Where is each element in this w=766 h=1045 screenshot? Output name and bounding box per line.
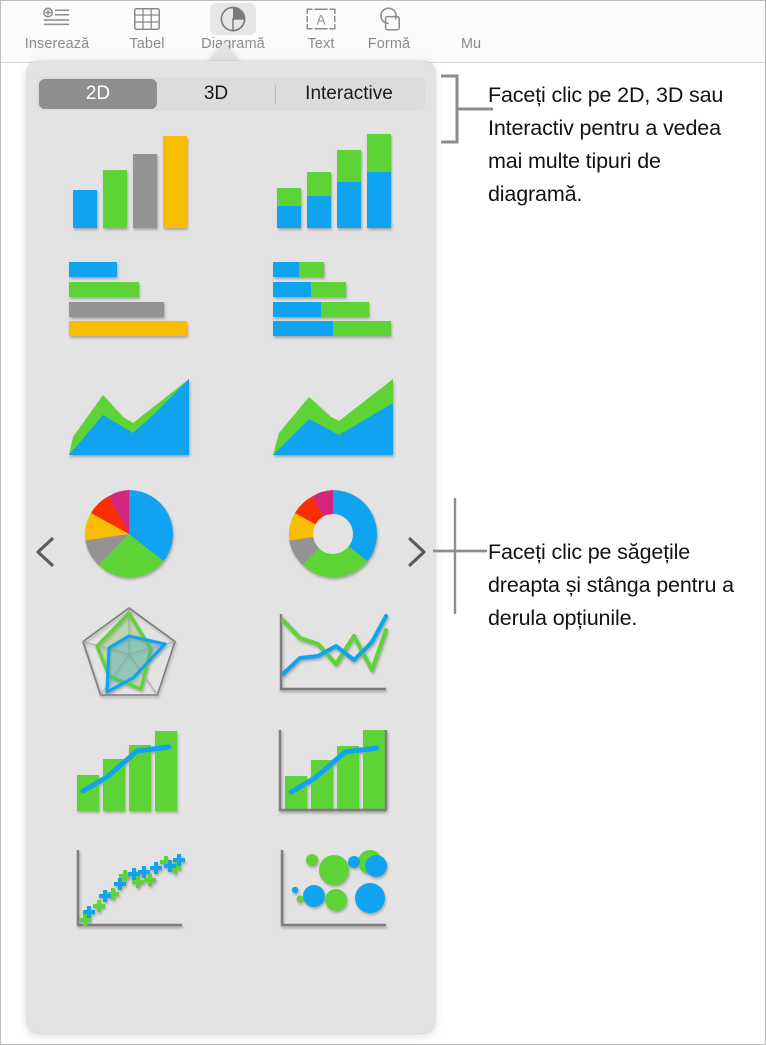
popover-arrow — [207, 42, 241, 62]
chevron-right-icon — [408, 537, 426, 567]
chart-thumb-bar-chart[interactable] — [27, 239, 231, 357]
toolbar-item-shape[interactable]: Formă — [343, 3, 435, 61]
chart-thumb-area-chart[interactable] — [27, 357, 231, 475]
callout-text-tabs: Faceți clic pe 2D, 3D sau Interactiv pen… — [488, 83, 724, 206]
chart-pie-icon-box — [210, 3, 256, 35]
page-indicator — [27, 1041, 435, 1044]
tab-2d[interactable]: 2D — [39, 79, 157, 109]
chart-thumb-combo-axis-chart[interactable] — [231, 711, 435, 829]
chart-thumb-combo-chart[interactable] — [27, 711, 231, 829]
svg-text:A: A — [316, 12, 325, 27]
pie-chart-icon — [84, 490, 173, 578]
column-chart-icon — [73, 136, 187, 228]
scroll-left-button[interactable] — [31, 532, 61, 572]
chart-thumb-radar-chart[interactable] — [27, 593, 231, 711]
shape-icon-box — [366, 3, 412, 35]
toolbar-label-text: Text — [307, 36, 335, 52]
area-chart-icon — [69, 379, 189, 455]
toolbar-label-table: Tabel — [129, 36, 165, 52]
combo-axis-chart-icon — [278, 730, 388, 812]
toolbar-item-insert[interactable]: Inserează — [11, 3, 103, 61]
chart-thumb-stacked-area-chart[interactable] — [231, 357, 435, 475]
toolbar: Inserează Tabel Diagramă A Text Formă Mu — [1, 1, 765, 63]
bar-chart-icon — [69, 262, 187, 336]
callout-text-arrows: Faceți clic pe săgețile dreapta și stâng… — [488, 540, 734, 630]
chart-thumb-bubble-chart[interactable] — [231, 829, 435, 947]
chart-thumb-stacked-bar-chart[interactable] — [231, 239, 435, 357]
chart-type-grid — [27, 121, 435, 1001]
bubble-chart-icon — [280, 850, 387, 927]
callout-leader-arrows — [433, 498, 487, 614]
media-icon-box — [448, 3, 494, 35]
stacked-column-chart-icon — [277, 134, 391, 228]
line-chart-icon — [279, 614, 388, 691]
chart-type-popover: 2D 3D Interactive — [27, 61, 435, 1033]
chart-dimension-tabs: 2D 3D Interactive — [37, 77, 425, 111]
toolbar-item-table[interactable]: Tabel — [101, 3, 193, 61]
chevron-left-icon — [36, 537, 54, 567]
donut-chart-icon — [288, 490, 377, 578]
callout-bracket-tabs — [441, 74, 493, 144]
shape-icon — [380, 7, 400, 31]
chart-thumb-stacked-column-chart[interactable] — [231, 121, 435, 239]
insert-icon-box — [34, 3, 80, 35]
text-box-icon: A — [306, 8, 336, 30]
toolbar-item-media[interactable]: Mu — [425, 3, 517, 61]
chart-pie-icon — [220, 6, 246, 32]
toolbar-label-insert: Inserează — [24, 36, 90, 52]
radar-chart-icon — [82, 607, 176, 696]
insert-icon — [43, 7, 69, 26]
chart-thumb-line-chart[interactable] — [231, 593, 435, 711]
table-icon — [134, 8, 160, 30]
stacked-area-chart-icon — [273, 379, 393, 455]
scatter-chart-icon — [76, 850, 185, 927]
toolbar-label-media: Mu — [460, 36, 482, 52]
tab-3d[interactable]: 3D — [157, 79, 275, 109]
combo-chart-icon — [77, 731, 177, 811]
tab-interactive[interactable]: Interactive — [276, 79, 422, 109]
chart-thumb-column-chart[interactable] — [27, 121, 231, 239]
stacked-bar-chart-icon — [273, 262, 391, 336]
text-box-icon-box: A — [298, 3, 344, 35]
table-icon-box — [124, 3, 170, 35]
app-window: Inserează Tabel Diagramă A Text Formă Mu… — [0, 0, 766, 1045]
chart-thumb-scatter-chart[interactable] — [27, 829, 231, 947]
scroll-right-button[interactable] — [401, 532, 431, 572]
toolbar-label-shape: Formă — [367, 36, 411, 52]
